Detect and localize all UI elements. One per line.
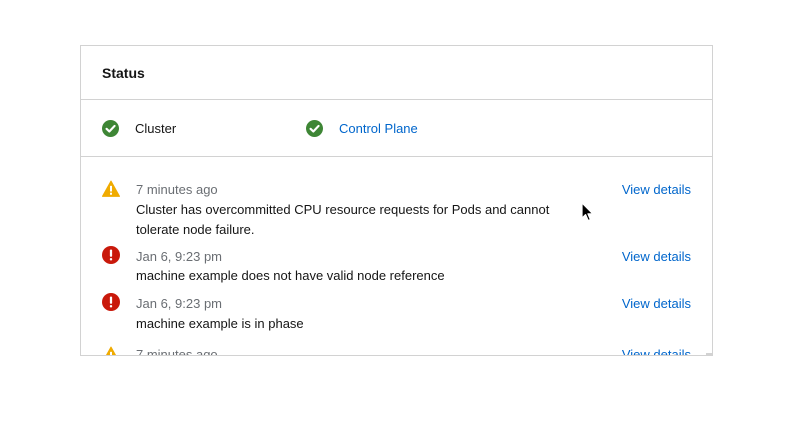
warning-triangle-icon xyxy=(102,180,120,197)
alert-timestamp: 7 minutes ago xyxy=(136,182,218,197)
control-plane-link[interactable]: Control Plane xyxy=(339,121,418,136)
status-card: Status Cluster Control Plane 7 minutes a… xyxy=(80,45,713,356)
alert-timestamp: Jan 6, 9:23 pm xyxy=(136,249,222,264)
warning-triangle-icon xyxy=(105,346,117,355)
health-row: Cluster Control Plane xyxy=(81,100,712,157)
view-details-link[interactable]: View details xyxy=(622,182,691,197)
scrollbar[interactable] xyxy=(706,353,713,355)
check-circle-icon xyxy=(102,120,119,137)
health-item-control-plane[interactable]: Control Plane xyxy=(306,100,418,157)
alert-message: machine example is in phase xyxy=(136,316,304,331)
check-circle-icon xyxy=(306,120,323,137)
mouse-cursor-icon xyxy=(581,202,594,222)
alert-timestamp: Jan 6, 9:23 pm xyxy=(136,296,222,311)
exclamation-circle-icon xyxy=(102,293,120,311)
alert-timestamp: 7 minutes ago xyxy=(136,347,218,356)
health-item-cluster: Cluster xyxy=(102,100,176,157)
alert-message: machine example does not have valid node… xyxy=(136,268,445,283)
view-details-link[interactable]: View details xyxy=(622,249,691,264)
health-label-cluster: Cluster xyxy=(135,121,177,136)
view-details-link[interactable]: View details xyxy=(622,296,691,311)
card-title: Status xyxy=(102,64,145,81)
alert-message: Cluster has overcommitted CPU resource r… xyxy=(136,202,550,237)
card-header: Status xyxy=(81,46,712,100)
exclamation-circle-icon xyxy=(102,246,120,264)
view-details-link[interactable]: View details xyxy=(622,347,691,355)
